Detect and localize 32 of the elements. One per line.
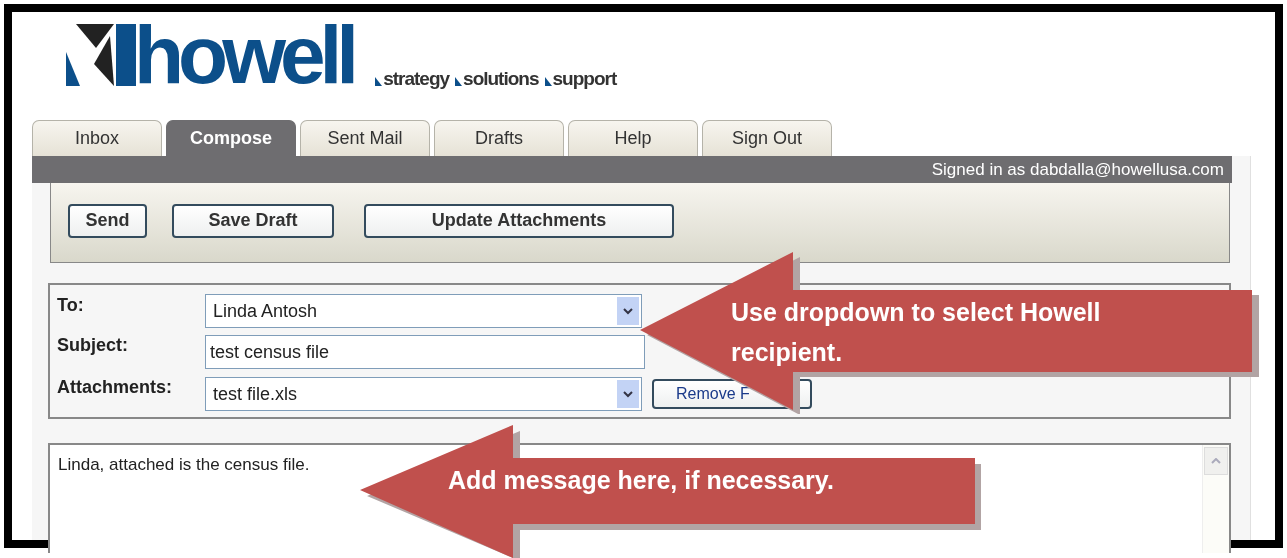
- triangle-icon: [375, 77, 383, 86]
- field-label: Attachments:: [57, 377, 173, 398]
- tab[interactable]: Sign Out: [702, 120, 832, 156]
- recipient-dropdown[interactable]: Linda Antosh: [205, 294, 642, 328]
- signed-in-text: Signed in as dabdalla@howellusa.com: [931, 159, 1224, 180]
- triangle-icon: [544, 77, 552, 86]
- field-label: To:: [57, 295, 85, 316]
- tab[interactable]: Compose: [166, 120, 296, 156]
- toolbar-button[interactable]: Send: [68, 203, 147, 238]
- logo-mark-icon: [66, 24, 136, 86]
- dropdown-button[interactable]: [617, 297, 639, 325]
- chevron-icon: [623, 390, 633, 398]
- subject-field[interactable]: test census file: [205, 335, 645, 369]
- tab[interactable]: Drafts: [434, 120, 564, 156]
- tab[interactable]: Sent Mail: [300, 120, 430, 156]
- logo-wordmark: howell: [134, 24, 354, 86]
- tab[interactable]: Help: [568, 120, 698, 156]
- tagline-word: strategy: [383, 68, 450, 90]
- toolbar-button[interactable]: Update Attachments: [364, 203, 674, 238]
- field-label: Subject:: [57, 335, 129, 356]
- chevron-icon: [623, 307, 633, 315]
- message-text: Linda, attached is the census file.: [58, 455, 310, 474]
- tagline-word: solutions: [463, 68, 539, 90]
- triangle-icon: [455, 77, 463, 86]
- scrollbar[interactable]: [1202, 445, 1229, 553]
- toolbar-button[interactable]: Save Draft: [172, 203, 334, 238]
- tab[interactable]: Inbox: [32, 120, 162, 156]
- callout-text: Use dropdown to select Howell recipient.: [731, 297, 1102, 368]
- callout-text: Add message here, if necessary.: [448, 465, 834, 496]
- attachments-dropdown[interactable]: test file.xls: [205, 377, 642, 411]
- dropdown-button[interactable]: [617, 380, 639, 408]
- tagline-word: support: [552, 68, 617, 90]
